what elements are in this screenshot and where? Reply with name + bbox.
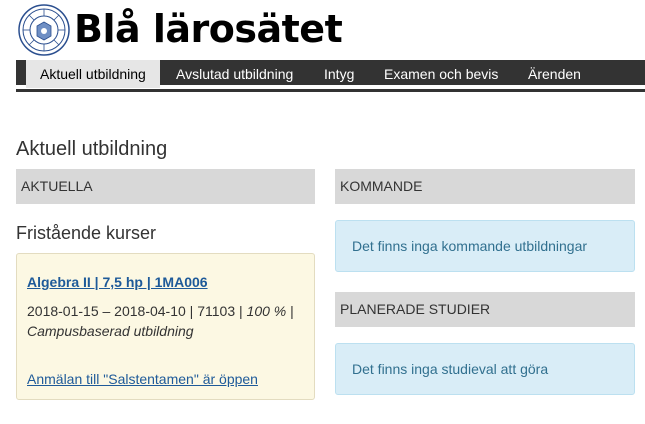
- nav-tab-aktuell-utbildning[interactable]: Aktuell utbildning: [26, 60, 160, 88]
- course-dates: 2018-01-15 – 2018-04-10: [27, 303, 186, 319]
- planned-empty-message: Det finns inga studieval att göra: [335, 343, 635, 395]
- site-header: Blå lärosätet: [16, 2, 636, 58]
- nav-underline: [16, 89, 645, 92]
- main-nav: Aktuell utbildning Avslutad utbildning I…: [16, 60, 645, 88]
- university-seal-icon[interactable]: [18, 4, 70, 56]
- course-title-link[interactable]: Algebra II | 7,5 hp | 1MA006: [27, 274, 208, 290]
- nav-tab-examen-och-bevis[interactable]: Examen och bevis: [370, 60, 512, 88]
- section-header-upcoming: KOMMANDE: [335, 169, 635, 204]
- nav-tab-avslutad-utbildning[interactable]: Avslutad utbildning: [162, 60, 307, 88]
- course-group-heading: Fristående kurser: [16, 223, 157, 243]
- course-form: Campusbaserad utbildning: [27, 323, 194, 339]
- section-header-planned: PLANERADE STUDIER: [335, 292, 635, 327]
- upcoming-empty-message: Det finns inga kommande utbildningar: [335, 220, 635, 272]
- course-code: 71103: [197, 303, 236, 319]
- course-card: Algebra II | 7,5 hp | 1MA006 2018-01-15 …: [16, 253, 315, 400]
- nav-tab-intyg[interactable]: Intyg: [310, 60, 368, 88]
- section-header-current: AKTUELLA: [16, 169, 315, 204]
- course-pace: 100 %: [246, 303, 287, 319]
- page-title: Aktuell utbildning: [16, 138, 168, 160]
- site-title: Blå lärosätet: [74, 7, 343, 51]
- course-details: 2018-01-15 – 2018-04-10 | 71103 | 100 % …: [27, 303, 294, 339]
- nav-tab-arenden[interactable]: Ärenden: [514, 60, 595, 88]
- exam-registration-link[interactable]: Anmälan till "Salstentamen" är öppen: [27, 371, 258, 387]
